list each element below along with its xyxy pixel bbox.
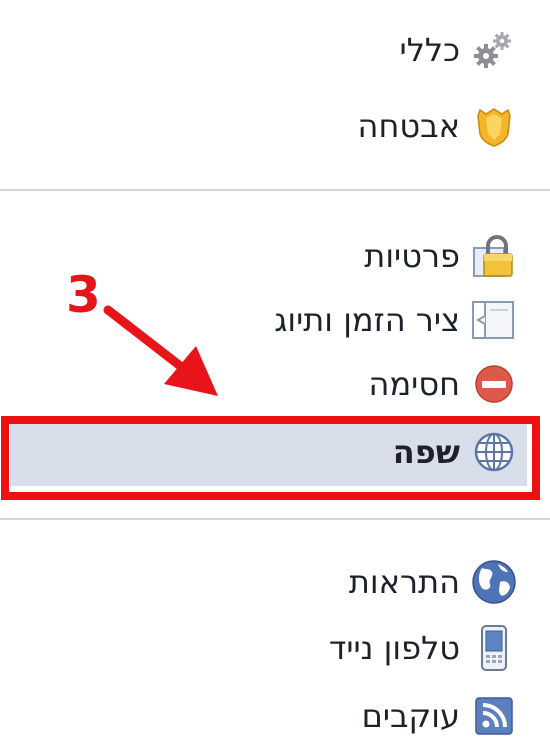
- annotation-arrow-icon: [103, 305, 218, 396]
- menu-item-general[interactable]: כללי: [400, 22, 520, 78]
- gears-icon: [468, 26, 520, 74]
- annotation-step-number: 3: [66, 266, 101, 324]
- menu-item-label: כללי: [399, 31, 460, 69]
- annotation-highlight-box: [1, 416, 540, 500]
- menu-item-security[interactable]: אבטחה: [358, 98, 520, 154]
- world-globe-icon: [468, 558, 520, 606]
- menu-item-blocking[interactable]: חסימה: [369, 356, 520, 412]
- no-entry-icon: [468, 360, 520, 408]
- menu-item-label: פרטיות: [364, 237, 460, 275]
- menu-item-label: עוקבים: [361, 697, 460, 735]
- menu-item-mobile[interactable]: טלפון נייד: [329, 620, 520, 676]
- menu-item-label: התראות: [348, 563, 460, 601]
- shield-badge-icon: [468, 102, 520, 150]
- menu-item-label: ציר הזמן ותיוג: [274, 301, 460, 339]
- rss-feed-icon: [468, 692, 520, 740]
- menu-item-timeline[interactable]: ציר הזמן ותיוג: [274, 292, 520, 348]
- menu-item-label: טלפון נייד: [328, 629, 460, 667]
- menu-item-label: חסימה: [368, 365, 460, 403]
- menu-item-label: אבטחה: [357, 107, 460, 145]
- padlock-icon: [468, 232, 520, 280]
- section-divider-1: [0, 189, 550, 191]
- menu-item-notifications[interactable]: התראות: [349, 554, 520, 610]
- menu-item-followers[interactable]: עוקבים: [362, 688, 520, 744]
- section-divider-2: [0, 518, 550, 520]
- menu-item-privacy[interactable]: פרטיות: [364, 228, 520, 284]
- timeline-icon: [468, 296, 520, 344]
- mobile-phone-icon: [468, 624, 520, 672]
